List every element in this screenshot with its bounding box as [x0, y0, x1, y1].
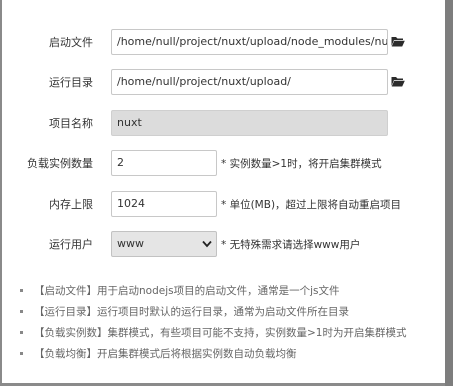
folder-open-icon[interactable]: [391, 76, 405, 87]
chevron-down-icon: [202, 240, 212, 248]
note-text: 【负载均衡】开启集群模式后将根据实例数自动负载均衡: [34, 348, 297, 360]
note-item: 【负载实例数】集群模式，有些项目可能不支持，实例数量>1时为开启集群模式: [20, 325, 440, 346]
memory-limit-input[interactable]: 1024: [111, 191, 217, 217]
instances-row: 负载实例数量 2 * 实例数量>1时，将开启集群模式: [2, 150, 445, 178]
project-name-row: 项目名称 nuxt: [2, 110, 445, 138]
memory-limit-row: 内存上限 1024 * 单位(MB)，超过上限将自动重启项目: [2, 191, 445, 219]
instances-label: 负载实例数量: [27, 157, 93, 170]
note-item: 【启动文件】用于启动nodejs项目的启动文件，通常是一个js文件: [20, 283, 440, 304]
backdrop-scrollbar: [445, 0, 453, 386]
help-notes: 【启动文件】用于启动nodejs项目的启动文件，通常是一个js文件 【运行目录】…: [20, 283, 440, 367]
run-user-label: 运行用户: [49, 238, 93, 251]
note-text: 【启动文件】用于启动nodejs项目的启动文件，通常是一个js文件: [34, 285, 340, 297]
run-dir-row: 运行目录 /home/null/project/nuxt/upload/: [2, 69, 445, 97]
note-item: 【负载均衡】开启集群模式后将根据实例数自动负载均衡: [20, 346, 440, 367]
bullet-icon: [20, 310, 23, 313]
bullet-icon: [20, 352, 23, 355]
note-text: 【运行目录】运行项目时默认的运行目录，通常为启动文件所在目录: [34, 306, 349, 318]
instances-hint: * 实例数量>1时，将开启集群模式: [221, 158, 382, 170]
run-user-row: 运行用户 www * 无特殊需求请选择www用户: [2, 231, 445, 259]
startup-file-input[interactable]: /home/null/project/nuxt/upload/node_modu…: [111, 29, 388, 55]
instances-input[interactable]: 2: [111, 150, 217, 176]
run-user-select[interactable]: www: [111, 231, 217, 257]
run-dir-label: 运行目录: [49, 76, 93, 89]
note-item: 【运行目录】运行项目时默认的运行目录，通常为启动文件所在目录: [20, 304, 440, 325]
run-user-hint: * 无特殊需求请选择www用户: [221, 239, 361, 251]
project-name-label: 项目名称: [49, 117, 93, 130]
run-user-selected-value: www: [117, 237, 144, 250]
bullet-icon: [20, 289, 23, 292]
startup-file-label: 启动文件: [49, 36, 93, 49]
startup-file-row: 启动文件 /home/null/project/nuxt/upload/node…: [2, 29, 445, 57]
bullet-icon: [20, 331, 23, 334]
project-settings-dialog: 启动文件 /home/null/project/nuxt/upload/node…: [2, 0, 445, 383]
run-dir-input[interactable]: /home/null/project/nuxt/upload/: [111, 69, 388, 95]
folder-open-icon[interactable]: [391, 36, 405, 47]
project-name-input: nuxt: [111, 110, 388, 136]
memory-limit-label: 内存上限: [49, 198, 93, 211]
note-text: 【负载实例数】集群模式，有些项目可能不支持，实例数量>1时为开启集群模式: [34, 327, 407, 339]
memory-limit-hint: * 单位(MB)，超过上限将自动重启项目: [221, 199, 402, 211]
